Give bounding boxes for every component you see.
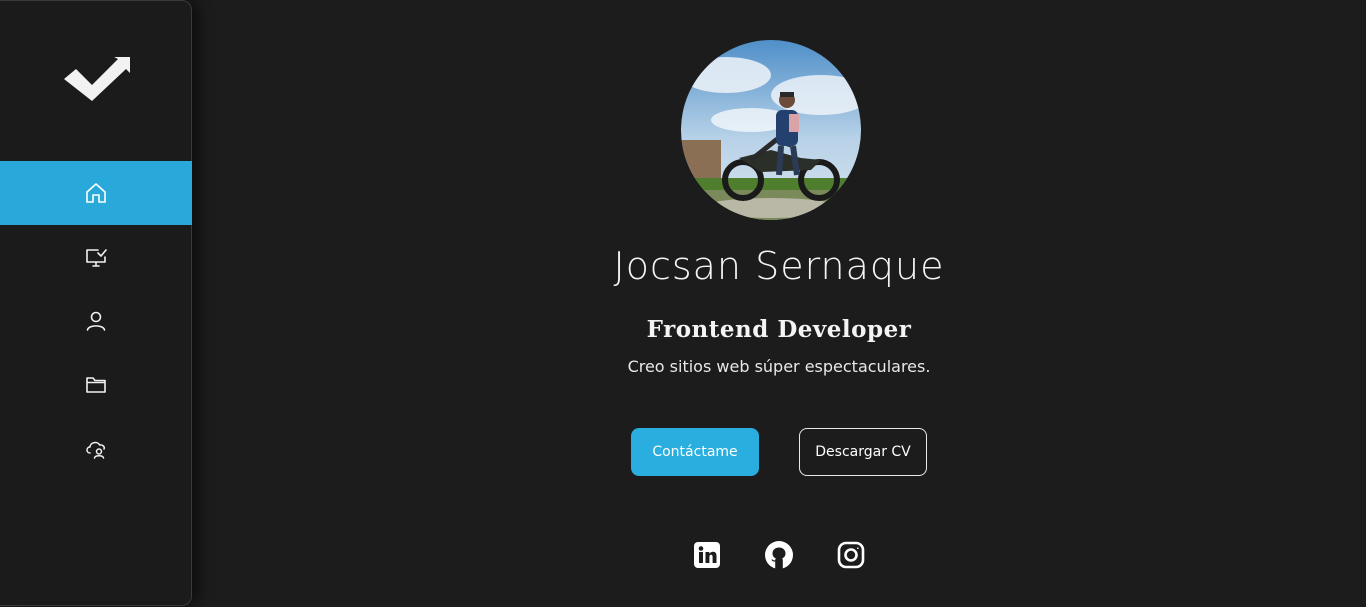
sidebar-item-services[interactable] bbox=[0, 225, 192, 289]
sidebar-item-projects[interactable] bbox=[0, 353, 192, 417]
profile-name: Jocsan Sernaque bbox=[613, 244, 945, 288]
linkedin-icon bbox=[694, 542, 720, 568]
home-icon bbox=[86, 183, 106, 203]
monitor-check-icon bbox=[86, 249, 107, 267]
instagram-icon bbox=[837, 541, 865, 569]
instagram-link[interactable] bbox=[836, 540, 866, 570]
download-cv-button[interactable]: Descargar CV bbox=[799, 428, 927, 476]
github-icon bbox=[765, 541, 793, 569]
checkmark-logo[interactable] bbox=[62, 57, 130, 105]
sidebar-item-home[interactable] bbox=[0, 161, 192, 225]
profile-tagline: Creo sitios web súper espectaculares. bbox=[627, 357, 931, 376]
contact-button[interactable]: Contáctame bbox=[631, 428, 759, 476]
sidebar-item-about[interactable] bbox=[0, 289, 192, 353]
cloud-user-icon bbox=[86, 441, 105, 459]
linkedin-link[interactable] bbox=[692, 540, 722, 570]
profile-photo bbox=[681, 40, 861, 220]
hero-section: Jocsan Sernaque Frontend Developer Creo … bbox=[192, 0, 1366, 607]
sidebar bbox=[0, 0, 192, 606]
folder-icon bbox=[86, 377, 106, 393]
user-icon bbox=[86, 311, 106, 331]
sidebar-item-contact[interactable] bbox=[0, 417, 192, 481]
profile-role: Frontend Developer bbox=[646, 316, 912, 343]
github-link[interactable] bbox=[764, 540, 794, 570]
